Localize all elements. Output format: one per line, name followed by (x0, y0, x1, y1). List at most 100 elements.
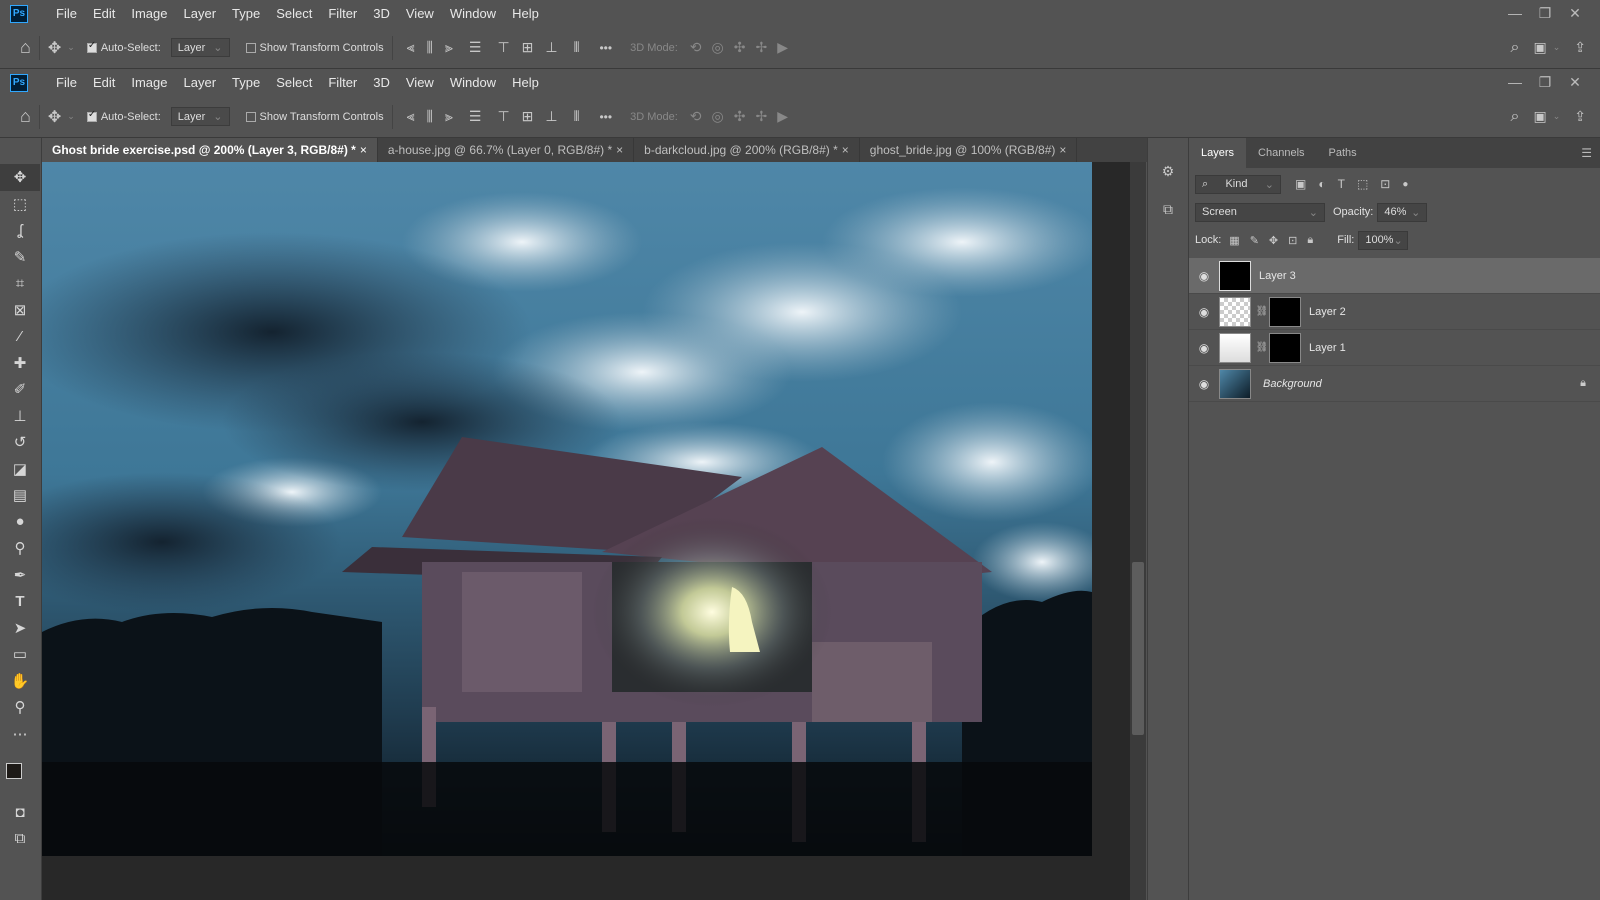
marquee-tool-icon[interactable]: ⬚ (0, 191, 40, 218)
align-right-icon[interactable]: ⫸ (445, 108, 453, 125)
auto-select-dropdown[interactable]: Layer ⌄ (170, 107, 230, 126)
stamp-tool-icon[interactable]: ⊥ (0, 403, 40, 430)
align-left-icon[interactable]: ⫷ (407, 108, 415, 125)
3d-orbit-icon[interactable]: ⟲ (690, 108, 702, 125)
distribute-icon[interactable]: ☰ (469, 108, 482, 125)
3d-slide-icon[interactable]: ✢ (755, 108, 767, 125)
blur-tool-icon[interactable]: ● (0, 509, 40, 536)
close-tab-icon[interactable]: × (842, 143, 849, 157)
3d-pan-icon[interactable]: ✣ (734, 39, 746, 56)
history-brush-icon[interactable]: ↺ (0, 429, 40, 456)
menu-view[interactable]: View (398, 75, 442, 90)
eyedropper-tool-icon[interactable]: ⁄ (0, 323, 40, 350)
layer-row-layer-3[interactable]: ◉ Layer 3 (1189, 258, 1600, 294)
quick-mask-icon[interactable]: ◘ (0, 799, 40, 826)
color-swatches[interactable] (0, 747, 41, 799)
share-icon[interactable]: ⇪ (1574, 108, 1586, 125)
lock-pixels-icon[interactable]: ✎ (1250, 234, 1259, 247)
auto-select-checkbox[interactable]: Auto-Select: (86, 109, 161, 123)
align-left-icon[interactable]: ⫷ (407, 39, 415, 56)
quick-select-tool-icon[interactable]: ✎ (0, 244, 40, 271)
menu-file[interactable]: File (48, 75, 85, 90)
auto-select-dropdown[interactable]: Layer ⌄ (170, 38, 230, 57)
menu-help[interactable]: Help (504, 6, 547, 21)
layer-mask-thumbnail[interactable] (1269, 296, 1301, 327)
eye-icon[interactable]: ◉ (1189, 377, 1219, 391)
lasso-tool-icon[interactable]: ʆ (0, 217, 40, 244)
close-button[interactable]: ✕ (1560, 74, 1590, 91)
3d-roll-icon[interactable]: ◎ (712, 108, 724, 125)
tab-ghost-bride[interactable]: ghost_bride.jpg @ 100% (RGB/8#) × (859, 138, 1078, 162)
gradient-tool-icon[interactable]: ▤ (0, 482, 40, 509)
menu-select[interactable]: Select (268, 75, 320, 90)
menu-select[interactable]: Select (268, 6, 320, 21)
zoom-tool-icon[interactable]: ⚲ (0, 694, 40, 721)
filter-type-icon[interactable]: T (1338, 177, 1345, 191)
link-icon[interactable]: ⛓ (1255, 306, 1269, 317)
eye-icon[interactable]: ◉ (1189, 341, 1219, 355)
move-tool-icon[interactable]: ✥ (48, 107, 61, 127)
lock-artboard-icon[interactable]: ⊡ (1288, 234, 1297, 247)
menu-type[interactable]: Type (224, 75, 268, 90)
menu-layer[interactable]: Layer (176, 6, 225, 21)
move-tool-icon[interactable]: ✥ (0, 164, 40, 191)
eye-icon[interactable]: ◉ (1189, 269, 1219, 283)
share-icon[interactable]: ⇪ (1574, 39, 1586, 56)
search-icon[interactable]: ⌕ (1511, 39, 1520, 57)
panel-menu-icon[interactable]: ☰ (1581, 146, 1592, 160)
home-icon[interactable]: ⌂ (20, 37, 31, 58)
tab-ghost-bride-exercise[interactable]: Ghost bride exercise.psd @ 200% (Layer 3… (42, 138, 378, 162)
filter-smart-object-icon[interactable]: ⊡ (1380, 177, 1390, 191)
minimize-button[interactable]: — (1500, 74, 1530, 91)
3d-roll-icon[interactable]: ◎ (712, 39, 724, 56)
close-tab-icon[interactable]: × (1059, 143, 1066, 157)
link-icon[interactable]: ⛓ (1255, 342, 1269, 353)
distribute-vertical-icon[interactable]: ⫴ (574, 39, 580, 56)
align-right-icon[interactable]: ⫸ (445, 39, 453, 56)
3d-slide-icon[interactable]: ✢ (755, 39, 767, 56)
frame-tool-icon[interactable]: ⊠ (0, 297, 40, 324)
scrollbar-thumb[interactable] (1132, 562, 1144, 735)
more-options-icon[interactable]: ••• (599, 110, 612, 124)
fill-input[interactable]: 100% ⌄ (1358, 230, 1409, 250)
menu-view[interactable]: View (398, 6, 442, 21)
3d-pan-icon[interactable]: ✣ (734, 108, 746, 125)
search-icon[interactable]: ⌕ (1511, 108, 1520, 126)
lock-position-icon[interactable]: ✥ (1269, 234, 1278, 247)
layer-name[interactable]: Layer 2 (1309, 306, 1346, 318)
crop-tool-icon[interactable]: ⌗ (0, 270, 40, 297)
show-transform-checkbox[interactable]: Show Transform Controls (245, 111, 384, 123)
3d-camera-icon[interactable]: ▶ (777, 39, 788, 56)
menu-help[interactable]: Help (504, 75, 547, 90)
3d-camera-icon[interactable]: ▶ (777, 108, 788, 125)
edit-toolbar-icon[interactable]: ⋯ (0, 721, 40, 748)
layer-row-layer-2[interactable]: ◉ ⛓ Layer 2 (1189, 294, 1600, 330)
align-top-icon[interactable]: ⊤ (497, 108, 509, 125)
blend-mode-dropdown[interactable]: Screen ⌄ (1195, 202, 1325, 222)
menu-filter[interactable]: Filter (320, 6, 365, 21)
foreground-color[interactable] (6, 763, 22, 779)
align-middle-icon[interactable]: ⊞ (522, 108, 534, 125)
auto-select-checkbox[interactable]: Auto-Select: (86, 40, 161, 54)
chevron-down-icon[interactable]: ⌄ (67, 111, 75, 122)
show-transform-checkbox[interactable]: Show Transform Controls (245, 42, 384, 54)
menu-layer[interactable]: Layer (176, 75, 225, 90)
align-top-icon[interactable]: ⊤ (497, 39, 509, 56)
menu-3d[interactable]: 3D (365, 75, 398, 90)
canvas-area[interactable] (42, 162, 1130, 900)
screen-mode-icon[interactable]: ⧉ (0, 826, 40, 853)
path-select-tool-icon[interactable]: ➤ (0, 615, 40, 642)
close-tab-icon[interactable]: × (360, 143, 367, 157)
tab-paths[interactable]: Paths (1317, 138, 1369, 168)
menu-image[interactable]: Image (123, 6, 175, 21)
type-tool-icon[interactable]: T (0, 588, 40, 615)
3d-orbit-icon[interactable]: ⟲ (690, 39, 702, 56)
align-bottom-icon[interactable]: ⊥ (545, 39, 557, 56)
workspace-icon[interactable]: ▣ (1533, 39, 1546, 56)
tab-a-house[interactable]: a-house.jpg @ 66.7% (Layer 0, RGB/8#) * × (377, 138, 635, 162)
align-center-icon[interactable]: ⫼ (427, 39, 433, 56)
workspace-chevron-icon[interactable]: ⌄ (1553, 42, 1561, 53)
healing-brush-icon[interactable]: ✚ (0, 350, 40, 377)
hand-tool-icon[interactable]: ✋ (0, 668, 40, 695)
menu-3d[interactable]: 3D (365, 6, 398, 21)
